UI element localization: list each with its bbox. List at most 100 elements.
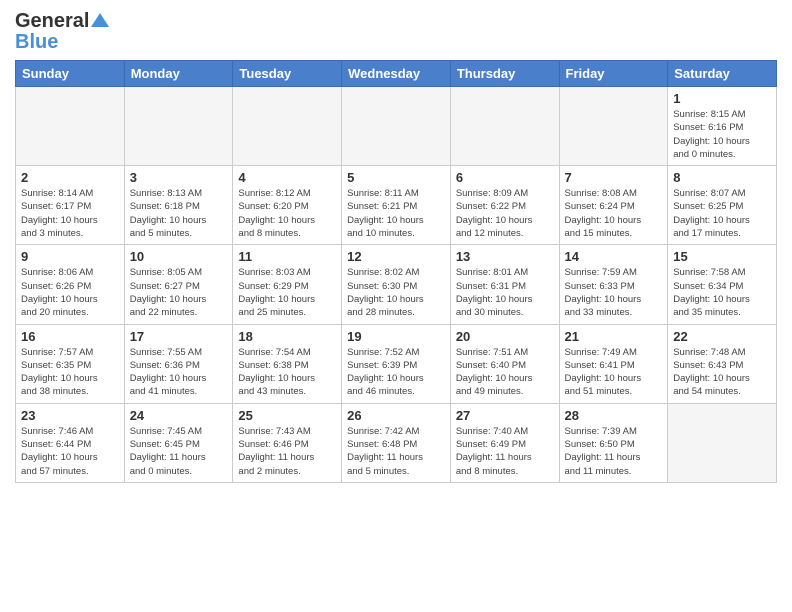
calendar-table: SundayMondayTuesdayWednesdayThursdayFrid… [15, 60, 777, 483]
day-number: 11 [238, 249, 336, 264]
calendar-header-row: SundayMondayTuesdayWednesdayThursdayFrid… [16, 61, 777, 87]
day-info: Sunrise: 7:40 AM Sunset: 6:49 PM Dayligh… [456, 425, 554, 478]
day-info: Sunrise: 8:12 AM Sunset: 6:20 PM Dayligh… [238, 187, 336, 240]
logo-general: General [15, 10, 89, 33]
weekday-header-sunday: Sunday [16, 61, 125, 87]
calendar-cell: 27 Sunrise: 7:40 AM Sunset: 6:49 PM Dayli… [450, 403, 559, 482]
day-number: 25 [238, 408, 336, 423]
day-info: Sunrise: 7:49 AM Sunset: 6:41 PM Dayligh… [565, 346, 663, 399]
calendar-cell: 22 Sunrise: 7:48 AM Sunset: 6:43 PM Dayli… [668, 324, 777, 403]
day-number: 1 [673, 91, 771, 106]
calendar-cell: 14Sunrise: 7:59 AM Sunset: 6:33 PM Dayli… [559, 245, 668, 324]
calendar-cell: 24 Sunrise: 7:45 AM Sunset: 6:45 PM Dayli… [124, 403, 233, 482]
day-info: Sunrise: 7:46 AM Sunset: 6:44 PM Dayligh… [21, 425, 119, 478]
calendar-body: 1 Sunrise: 8:15 AM Sunset: 6:16 PM Daylig… [16, 87, 777, 483]
day-number: 9 [21, 249, 119, 264]
day-info: Sunrise: 7:58 AM Sunset: 6:34 PM Dayligh… [673, 266, 771, 319]
calendar-cell: 6 Sunrise: 8:09 AM Sunset: 6:22 PM Daylig… [450, 166, 559, 245]
day-number: 26 [347, 408, 445, 423]
calendar-cell: 19 Sunrise: 7:52 AM Sunset: 6:39 PM Dayli… [342, 324, 451, 403]
day-number: 4 [238, 170, 336, 185]
day-info: Sunrise: 8:07 AM Sunset: 6:25 PM Dayligh… [673, 187, 771, 240]
logo: General Blue [15, 10, 109, 54]
day-info: Sunrise: 8:01 AM Sunset: 6:31 PM Dayligh… [456, 266, 554, 319]
day-info: Sunrise: 7:43 AM Sunset: 6:46 PM Dayligh… [238, 425, 336, 478]
day-number: 24 [130, 408, 228, 423]
day-info: Sunrise: 7:48 AM Sunset: 6:43 PM Dayligh… [673, 346, 771, 399]
day-info: Sunrise: 7:59 AM Sunset: 6:33 PM Dayligh… [565, 266, 663, 319]
day-number: 15 [673, 249, 771, 264]
calendar-cell: 26 Sunrise: 7:42 AM Sunset: 6:48 PM Dayli… [342, 403, 451, 482]
calendar-cell: 12 Sunrise: 8:02 AM Sunset: 6:30 PM Dayli… [342, 245, 451, 324]
calendar-week-3: 9 Sunrise: 8:06 AM Sunset: 6:26 PM Daylig… [16, 245, 777, 324]
day-number: 18 [238, 329, 336, 344]
calendar-cell: 10 Sunrise: 8:05 AM Sunset: 6:27 PM Dayli… [124, 245, 233, 324]
calendar-cell: 15 Sunrise: 7:58 AM Sunset: 6:34 PM Dayli… [668, 245, 777, 324]
day-info: Sunrise: 7:45 AM Sunset: 6:45 PM Dayligh… [130, 425, 228, 478]
day-number: 13 [456, 249, 554, 264]
day-number: 22 [673, 329, 771, 344]
calendar-cell: 18 Sunrise: 7:54 AM Sunset: 6:38 PM Dayli… [233, 324, 342, 403]
weekday-header-monday: Monday [124, 61, 233, 87]
calendar-week-4: 16Sunrise: 7:57 AM Sunset: 6:35 PM Dayli… [16, 324, 777, 403]
calendar-cell: 9 Sunrise: 8:06 AM Sunset: 6:26 PM Daylig… [16, 245, 125, 324]
day-info: Sunrise: 7:54 AM Sunset: 6:38 PM Dayligh… [238, 346, 336, 399]
day-number: 27 [456, 408, 554, 423]
header-row: General Blue [15, 10, 777, 54]
calendar-cell [342, 87, 451, 166]
calendar-week-1: 1 Sunrise: 8:15 AM Sunset: 6:16 PM Daylig… [16, 87, 777, 166]
calendar-cell [124, 87, 233, 166]
day-number: 23 [21, 408, 119, 423]
calendar-cell: 4 Sunrise: 8:12 AM Sunset: 6:20 PM Daylig… [233, 166, 342, 245]
weekday-header-wednesday: Wednesday [342, 61, 451, 87]
day-number: 10 [130, 249, 228, 264]
logo-icon [91, 13, 109, 27]
calendar-cell: 23 Sunrise: 7:46 AM Sunset: 6:44 PM Dayli… [16, 403, 125, 482]
day-number: 6 [456, 170, 554, 185]
day-info: Sunrise: 8:03 AM Sunset: 6:29 PM Dayligh… [238, 266, 336, 319]
weekday-header-saturday: Saturday [668, 61, 777, 87]
calendar-cell [233, 87, 342, 166]
page-container: General Blue SundayMondayTuesdayWednesda… [0, 0, 792, 493]
day-info: Sunrise: 8:15 AM Sunset: 6:16 PM Dayligh… [673, 108, 771, 161]
day-number: 3 [130, 170, 228, 185]
day-info: Sunrise: 8:05 AM Sunset: 6:27 PM Dayligh… [130, 266, 228, 319]
day-number: 2 [21, 170, 119, 185]
calendar-cell: 11 Sunrise: 8:03 AM Sunset: 6:29 PM Dayli… [233, 245, 342, 324]
calendar-cell [16, 87, 125, 166]
weekday-header-friday: Friday [559, 61, 668, 87]
day-info: Sunrise: 7:39 AM Sunset: 6:50 PM Dayligh… [565, 425, 663, 478]
logo-blue: Blue [15, 31, 58, 54]
day-info: Sunrise: 8:02 AM Sunset: 6:30 PM Dayligh… [347, 266, 445, 319]
day-number: 5 [347, 170, 445, 185]
day-info: Sunrise: 8:13 AM Sunset: 6:18 PM Dayligh… [130, 187, 228, 240]
calendar-cell: 17 Sunrise: 7:55 AM Sunset: 6:36 PM Dayli… [124, 324, 233, 403]
day-info: Sunrise: 8:06 AM Sunset: 6:26 PM Dayligh… [21, 266, 119, 319]
calendar-cell: 1 Sunrise: 8:15 AM Sunset: 6:16 PM Daylig… [668, 87, 777, 166]
calendar-cell: 16Sunrise: 7:57 AM Sunset: 6:35 PM Dayli… [16, 324, 125, 403]
day-number: 21 [565, 329, 663, 344]
calendar-cell: 13 Sunrise: 8:01 AM Sunset: 6:31 PM Dayli… [450, 245, 559, 324]
day-number: 7 [565, 170, 663, 185]
day-number: 8 [673, 170, 771, 185]
calendar-cell [559, 87, 668, 166]
calendar-week-2: 2 Sunrise: 8:14 AM Sunset: 6:17 PM Daylig… [16, 166, 777, 245]
day-number: 17 [130, 329, 228, 344]
day-info: Sunrise: 8:09 AM Sunset: 6:22 PM Dayligh… [456, 187, 554, 240]
calendar-cell: 7Sunrise: 8:08 AM Sunset: 6:24 PM Daylig… [559, 166, 668, 245]
day-info: Sunrise: 8:14 AM Sunset: 6:17 PM Dayligh… [21, 187, 119, 240]
calendar-cell: 5Sunrise: 8:11 AM Sunset: 6:21 PM Daylig… [342, 166, 451, 245]
day-number: 19 [347, 329, 445, 344]
day-info: Sunrise: 7:51 AM Sunset: 6:40 PM Dayligh… [456, 346, 554, 399]
day-number: 20 [456, 329, 554, 344]
day-info: Sunrise: 7:52 AM Sunset: 6:39 PM Dayligh… [347, 346, 445, 399]
calendar-week-5: 23 Sunrise: 7:46 AM Sunset: 6:44 PM Dayli… [16, 403, 777, 482]
calendar-cell [668, 403, 777, 482]
calendar-cell: 28Sunrise: 7:39 AM Sunset: 6:50 PM Dayli… [559, 403, 668, 482]
calendar-cell: 20 Sunrise: 7:51 AM Sunset: 6:40 PM Dayli… [450, 324, 559, 403]
weekday-header-tuesday: Tuesday [233, 61, 342, 87]
day-number: 12 [347, 249, 445, 264]
calendar-cell: 3 Sunrise: 8:13 AM Sunset: 6:18 PM Daylig… [124, 166, 233, 245]
day-info: Sunrise: 7:55 AM Sunset: 6:36 PM Dayligh… [130, 346, 228, 399]
day-info: Sunrise: 7:42 AM Sunset: 6:48 PM Dayligh… [347, 425, 445, 478]
